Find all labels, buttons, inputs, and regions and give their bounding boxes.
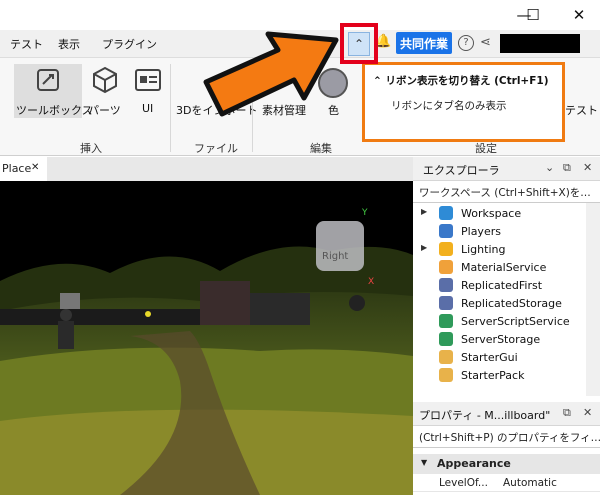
toolbox-label: ツールボックス xyxy=(16,104,93,117)
tree-item[interactable]: StarterGui xyxy=(421,349,586,367)
properties-header: プロパティ - M...illboard" ⧉ ✕ xyxy=(413,402,600,426)
highlight-box xyxy=(340,23,378,64)
tree-item-label: MaterialService xyxy=(461,261,547,274)
document-tabs: Place ✕ xyxy=(0,157,413,181)
tree-item[interactable]: ▶ Workspace xyxy=(421,205,586,223)
chevron-down-icon[interactable]: ⌄ xyxy=(545,161,554,174)
ribbon-toggle-tooltip: ⌃ リボン表示を切り替え (Ctrl+F1) リボンにタブ名のみ表示 xyxy=(362,62,565,142)
properties-panel: プロパティ - M...illboard" ⧉ ✕ (Ctrl+Shift+P)… xyxy=(413,402,600,495)
tree-item-label: StarterPack xyxy=(461,369,525,382)
service-icon xyxy=(439,278,453,292)
expand-arrow-icon[interactable]: ▶ xyxy=(421,243,427,252)
tree-item-label: ReplicatedFirst xyxy=(461,279,543,292)
service-icon xyxy=(439,332,453,346)
user-account-box[interactable] xyxy=(500,34,580,53)
explorer-header: エクスプローラ ⌄ ⧉ ✕ xyxy=(413,157,600,181)
service-icon xyxy=(439,368,453,382)
tooltip-body: リボンにタブ名のみ表示 xyxy=(391,100,507,112)
close-icon[interactable]: ✕ xyxy=(583,406,592,419)
tree-item-label: StarterGui xyxy=(461,351,518,364)
tab-place[interactable]: Place ✕ xyxy=(0,157,47,181)
expand-arrow-icon[interactable]: ▶ xyxy=(421,207,427,216)
group-file: ファイル xyxy=(194,142,238,155)
test-label[interactable]: テスト xyxy=(565,102,598,118)
share-icon[interactable]: ⋖ xyxy=(480,35,491,50)
axis-y-label: Y xyxy=(362,208,368,218)
properties-filter-input[interactable]: (Ctrl+Shift+P) のプロパティをフィ… xyxy=(413,426,600,448)
explorer-title: エクスプローラ xyxy=(423,164,500,177)
cube-icon[interactable] xyxy=(92,66,118,94)
service-icon xyxy=(439,242,453,256)
collaborate-button[interactable]: 共同作業 xyxy=(396,32,452,54)
3d-viewport[interactable]: Right Y X xyxy=(0,181,413,495)
axis-x-label: X xyxy=(368,277,375,287)
collapse-arrow-icon: ▼ xyxy=(421,458,428,467)
tree-item[interactable]: ReplicatedStorage xyxy=(421,295,586,313)
undock-icon[interactable]: ⧉ xyxy=(563,161,571,175)
ui-label[interactable]: UI xyxy=(142,102,153,115)
arrow-annotation xyxy=(203,31,339,117)
toolbox-icon xyxy=(37,69,59,91)
service-icon xyxy=(439,224,453,238)
explorer-filter-input[interactable]: ワークスペース (Ctrl+Shift+X)を… xyxy=(413,181,600,203)
maximize-button[interactable]: ☐ xyxy=(514,0,552,30)
menu-plugins[interactable]: プラグイン xyxy=(102,36,157,52)
group-insert: 挿入 xyxy=(80,142,102,155)
tree-item-label: Lighting xyxy=(461,243,506,256)
tree-item[interactable]: MaterialService xyxy=(421,259,586,277)
close-button[interactable]: ✕ xyxy=(560,0,598,30)
property-row[interactable]: LevelOf... Automatic xyxy=(413,474,600,492)
tree-item-label: ServerStorage xyxy=(461,333,541,346)
tree-item-label: Workspace xyxy=(461,207,522,220)
ui-icon[interactable] xyxy=(134,68,162,92)
tree-item-label: ServerScriptService xyxy=(461,315,570,328)
tooltip-title: ⌃ リボン表示を切り替え (Ctrl+F1) xyxy=(373,75,549,87)
property-name: LevelOf... xyxy=(439,477,488,489)
explorer-scrollbar[interactable] xyxy=(586,203,600,396)
service-icon xyxy=(439,296,453,310)
service-icon xyxy=(439,314,453,328)
group-edit: 編集 xyxy=(310,142,332,155)
tree-item[interactable]: ServerScriptService xyxy=(421,313,586,331)
help-icon[interactable]: ? xyxy=(458,35,474,51)
properties-title: プロパティ - M...illboard" xyxy=(419,409,551,422)
separator xyxy=(170,64,171,152)
service-icon xyxy=(439,260,453,274)
service-icon xyxy=(439,350,453,364)
tree-item[interactable]: ReplicatedFirst xyxy=(421,277,586,295)
close-icon[interactable]: ✕ xyxy=(583,161,592,174)
tree-item-label: Players xyxy=(461,225,501,238)
close-icon[interactable]: ✕ xyxy=(31,162,39,173)
property-value[interactable]: Automatic xyxy=(503,477,557,489)
group-settings: 設定 xyxy=(475,142,497,155)
appearance-section[interactable]: ▼ Appearance xyxy=(413,454,600,474)
menu-test[interactable]: テスト xyxy=(10,36,43,52)
explorer-panel: エクスプローラ ⌄ ⧉ ✕ ワークスペース (Ctrl+Shift+X)を… ▶… xyxy=(413,157,600,396)
parts-label[interactable]: パーツ xyxy=(88,102,121,118)
service-icon xyxy=(439,206,453,220)
view-cube[interactable] xyxy=(316,221,364,271)
explorer-tree: ▶ Workspace Players ▶ Lighting MaterialServic… xyxy=(413,203,600,396)
tree-item[interactable]: ServerStorage xyxy=(421,331,586,349)
tree-item[interactable]: StarterPack xyxy=(421,367,586,385)
view-cube-label: Right xyxy=(322,251,349,262)
chevron-up-icon: ⌃ xyxy=(373,75,382,87)
undock-icon[interactable]: ⧉ xyxy=(563,406,571,420)
menu-view[interactable]: 表示 xyxy=(58,36,80,52)
tree-item-label: ReplicatedStorage xyxy=(461,297,562,310)
tree-item[interactable]: ▶ Lighting xyxy=(421,241,586,259)
tree-item[interactable]: Players xyxy=(421,223,586,241)
